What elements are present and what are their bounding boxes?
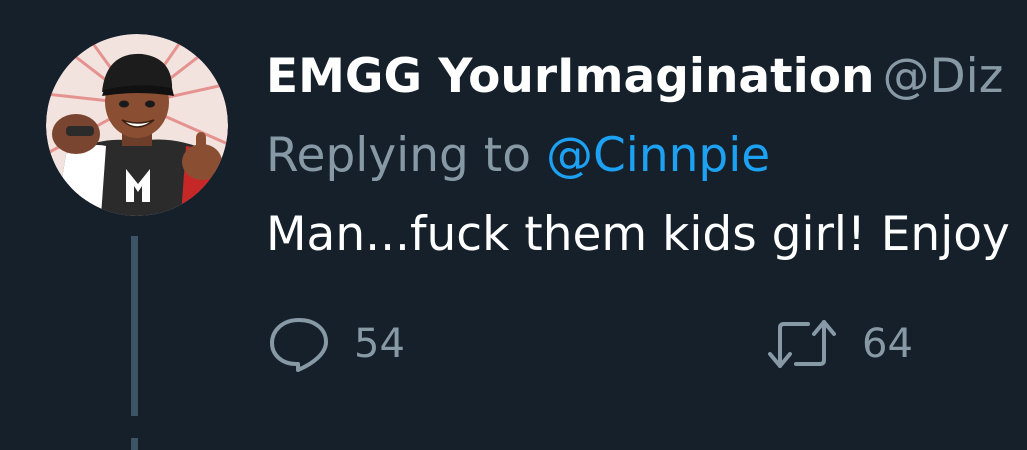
replying-to: Replying to @Cinnpie <box>266 124 770 188</box>
reply-button[interactable]: 54 <box>268 312 405 376</box>
tweet-header: EMGG YourImagination @Diz <box>266 45 1003 109</box>
retweet-icon <box>766 316 838 372</box>
reply-count: 54 <box>354 321 405 367</box>
thread-line <box>131 236 138 416</box>
avatar[interactable] <box>46 34 228 216</box>
tweet-text: Man...fuck them kids girl! Enjoy <box>266 207 1010 262</box>
replying-to-label: Replying to <box>266 128 531 183</box>
replying-to-link[interactable]: @Cinnpie <box>546 128 770 183</box>
display-name[interactable]: EMGG YourImagination <box>266 49 874 104</box>
thread-line-continuation <box>131 438 138 450</box>
speech-bubble-icon <box>268 316 330 372</box>
tweet[interactable]: EMGG YourImagination @Diz Replying to @Ci… <box>0 0 1027 450</box>
retweet-button[interactable]: 64 <box>766 312 913 376</box>
user-handle[interactable]: @Diz <box>882 49 1003 104</box>
retweet-count: 64 <box>862 321 913 367</box>
